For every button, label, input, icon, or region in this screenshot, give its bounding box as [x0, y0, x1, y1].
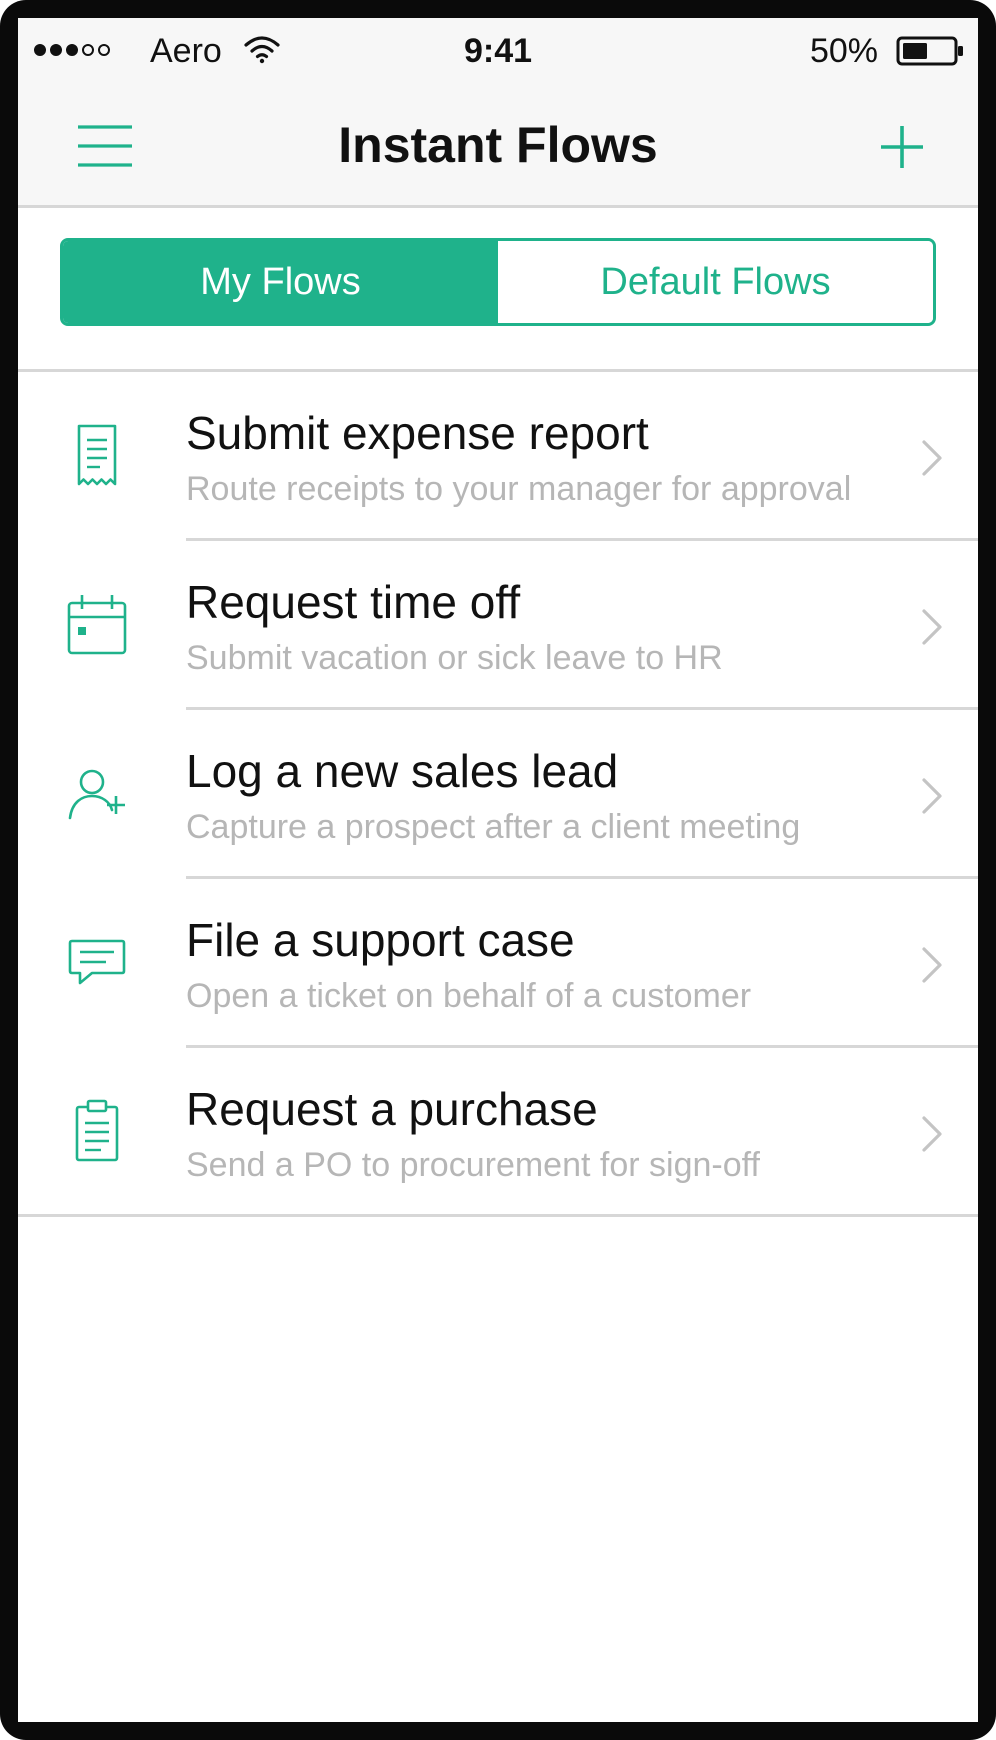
- flow-subtitle: Send a PO to procurement for sign-off: [186, 1146, 760, 1184]
- flow-title: Request time off: [186, 576, 521, 628]
- receipt-icon: [77, 424, 117, 486]
- flow-subtitle: Capture a prospect after a client meetin…: [186, 808, 801, 846]
- flow-title: Submit expense report: [186, 407, 649, 459]
- chevron-right-icon: [922, 1116, 942, 1152]
- chat-icon: [68, 939, 126, 985]
- flow-list: Submit expense report Route receipts to …: [18, 372, 978, 1217]
- chevron-right-icon: [922, 947, 942, 983]
- chevron-right-icon: [922, 440, 942, 476]
- flow-title: Log a new sales lead: [186, 745, 619, 797]
- clipboard-icon: [75, 1099, 119, 1162]
- status-bar: Aero 9:41 50%: [18, 18, 978, 84]
- device-frame: Aero 9:41 50% Instant Flows My Flows Def…: [0, 0, 996, 1740]
- flow-subtitle: Submit vacation or sick leave to HR: [186, 639, 723, 677]
- screen: Aero 9:41 50% Instant Flows My Flows Def…: [18, 18, 978, 1722]
- calendar-icon: [67, 595, 127, 655]
- tab-default-flows[interactable]: Default Flows: [498, 241, 933, 323]
- flow-title: Request a purchase: [186, 1083, 598, 1135]
- add-user-icon: [68, 769, 125, 820]
- tab-my-flows[interactable]: My Flows: [63, 241, 498, 323]
- flow-title: File a support case: [186, 914, 575, 966]
- list-item[interactable]: Submit expense report Route receipts to …: [18, 372, 978, 541]
- chevron-right-icon: [922, 778, 942, 814]
- chevron-right-icon: [922, 609, 942, 645]
- plus-icon[interactable]: [870, 114, 934, 178]
- flows-segmented-control: My Flows Default Flows: [60, 238, 936, 326]
- flow-subtitle: Route receipts to your manager for appro…: [186, 470, 852, 508]
- list-item[interactable]: File a support case Open a ticket on beh…: [18, 879, 978, 1048]
- battery-percentage: 50%: [809, 32, 878, 70]
- list-item[interactable]: Request a purchase Send a PO to procurem…: [18, 1048, 978, 1217]
- list-item[interactable]: Log a new sales lead Capture a prospect …: [18, 710, 978, 879]
- flow-subtitle: Open a ticket on behalf of a customer: [186, 977, 752, 1015]
- page-title: Instant Flows: [338, 117, 658, 173]
- navigation-bar: Instant Flows: [18, 84, 978, 208]
- segment-area: My Flows Default Flows: [18, 208, 978, 372]
- battery-icon: [896, 36, 963, 66]
- list-item[interactable]: Request time off Submit vacation or sick…: [18, 541, 978, 710]
